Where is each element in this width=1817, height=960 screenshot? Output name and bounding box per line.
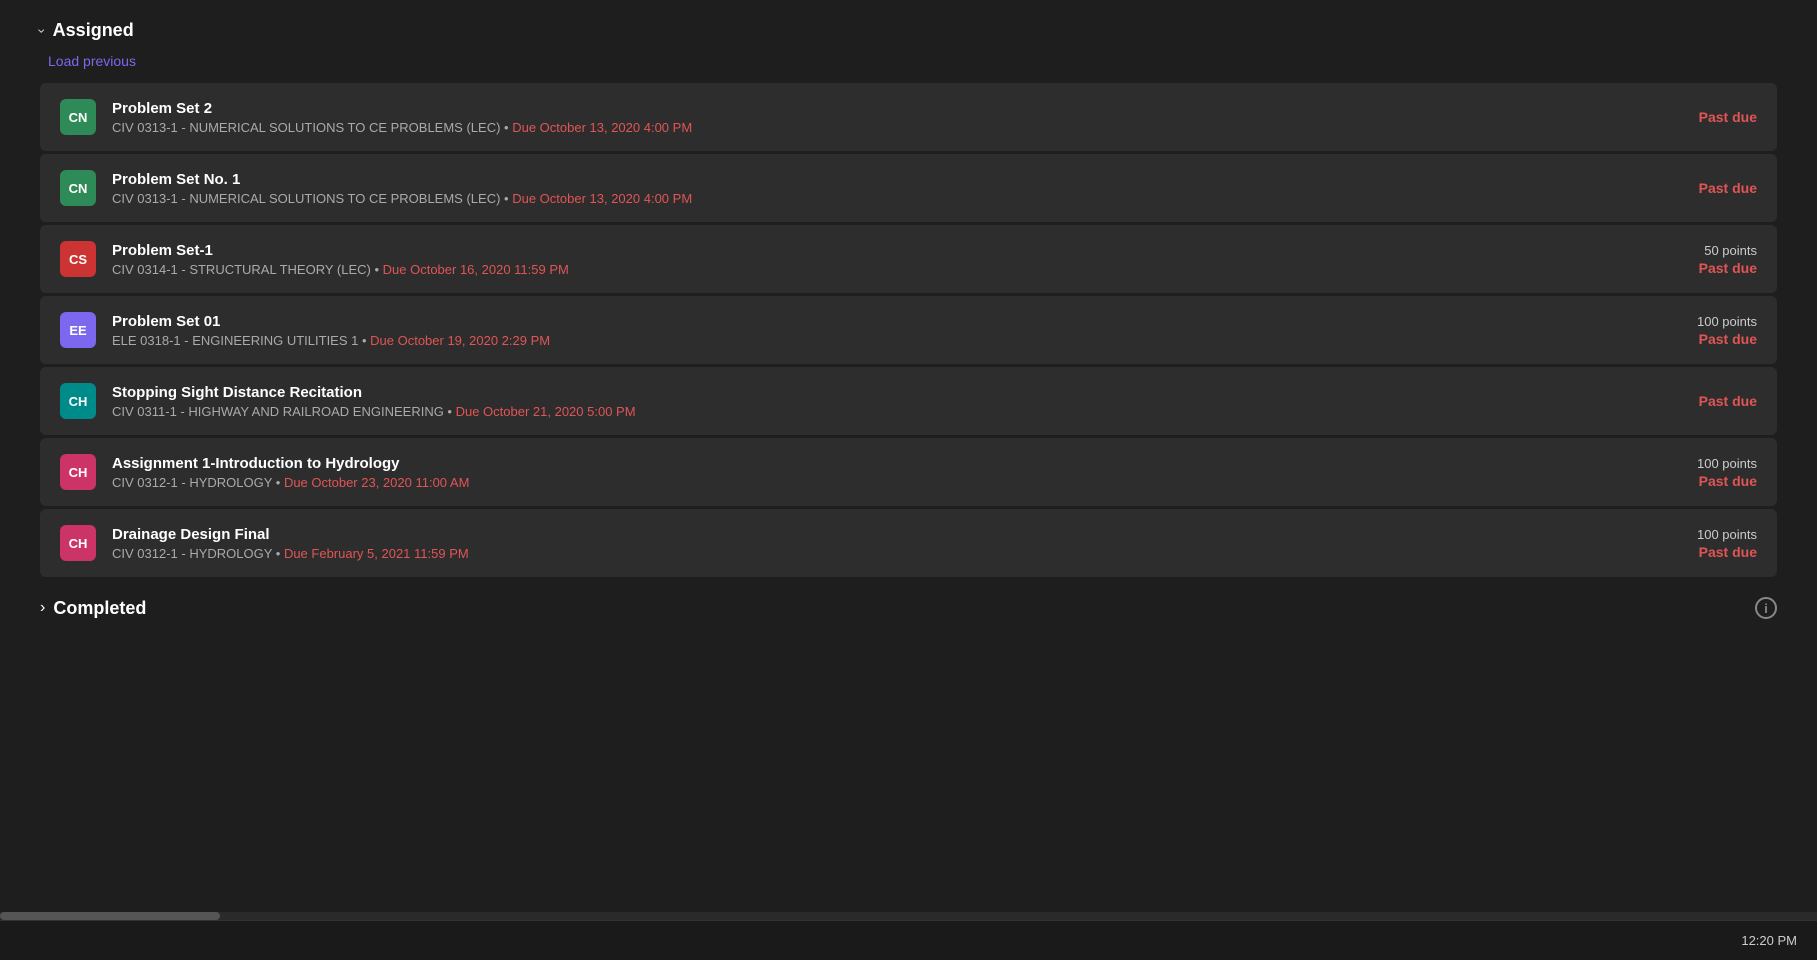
assignment-right-2: 50 points Past due (1637, 243, 1757, 276)
points-2: 50 points (1704, 243, 1757, 258)
status-2: Past due (1699, 260, 1757, 276)
assignment-info-2: Problem Set-1 CIV 0314-1 - STRUCTURAL TH… (112, 242, 569, 277)
due-date-4: Due October 21, 2020 5:00 PM (456, 404, 636, 419)
due-date-2: Due October 16, 2020 11:59 PM (383, 262, 569, 277)
assignment-item[interactable]: CH Drainage Design Final CIV 0312-1 - HY… (40, 509, 1777, 577)
assignment-subtitle-5: CIV 0312-1 - HYDROLOGY • Due October 23,… (112, 475, 469, 490)
assignment-title-0: Problem Set 2 (112, 100, 692, 117)
course-avatar-5: CH (60, 454, 96, 490)
assignment-list: CN Problem Set 2 CIV 0313-1 - NUMERICAL … (40, 83, 1777, 577)
due-date-6: Due February 5, 2021 11:59 PM (284, 546, 469, 561)
status-3: Past due (1699, 331, 1757, 347)
assignment-info-0: Problem Set 2 CIV 0313-1 - NUMERICAL SOL… (112, 100, 692, 135)
assignment-left-2: CS Problem Set-1 CIV 0314-1 - STRUCTURAL… (60, 241, 1637, 277)
assigned-section-title: Assigned (53, 20, 134, 41)
info-icon[interactable]: i (1755, 597, 1777, 619)
assignment-title-3: Problem Set 01 (112, 313, 550, 330)
page-container: › Assigned Load previous CN Problem Set … (0, 0, 1817, 639)
assignment-subtitle-4: CIV 0311-1 - HIGHWAY AND RAILROAD ENGINE… (112, 404, 636, 419)
assignment-left-3: EE Problem Set 01 ELE 0318-1 - ENGINEERI… (60, 312, 1637, 348)
completed-chevron-icon: › (40, 599, 45, 617)
completed-section-title: Completed (53, 598, 146, 619)
assignment-info-6: Drainage Design Final CIV 0312-1 - HYDRO… (112, 526, 469, 561)
assignment-left-1: CN Problem Set No. 1 CIV 0313-1 - NUMERI… (60, 170, 1637, 206)
assignment-right-6: 100 points Past due (1637, 527, 1757, 560)
assigned-chevron-icon: › (34, 28, 50, 33)
assignment-info-3: Problem Set 01 ELE 0318-1 - ENGINEERING … (112, 313, 550, 348)
assignment-right-4: Past due (1637, 393, 1757, 409)
assignment-title-6: Drainage Design Final (112, 526, 469, 543)
due-date-5: Due October 23, 2020 11:00 AM (284, 475, 470, 490)
scrollbar-thumb[interactable] (0, 912, 220, 920)
due-date-0: Due October 13, 2020 4:00 PM (512, 120, 692, 135)
course-avatar-3: EE (60, 312, 96, 348)
status-5: Past due (1699, 473, 1757, 489)
assignment-right-5: 100 points Past due (1637, 456, 1757, 489)
assignment-item[interactable]: CS Problem Set-1 CIV 0314-1 - STRUCTURAL… (40, 225, 1777, 293)
load-previous-link[interactable]: Load previous (48, 53, 136, 69)
assignment-item[interactable]: CN Problem Set No. 1 CIV 0313-1 - NUMERI… (40, 154, 1777, 222)
status-1: Past due (1699, 180, 1757, 196)
completed-toggle[interactable]: › Completed (40, 598, 146, 619)
status-0: Past due (1699, 109, 1757, 125)
assignment-right-0: Past due (1637, 109, 1757, 125)
course-avatar-0: CN (60, 99, 96, 135)
assignment-left-0: CN Problem Set 2 CIV 0313-1 - NUMERICAL … (60, 99, 1637, 135)
scrollbar-area[interactable] (0, 912, 1817, 920)
assignment-subtitle-2: CIV 0314-1 - STRUCTURAL THEORY (LEC) • D… (112, 262, 569, 277)
assigned-section-header[interactable]: › Assigned (40, 20, 1777, 41)
assignment-subtitle-0: CIV 0313-1 - NUMERICAL SOLUTIONS TO CE P… (112, 120, 692, 135)
points-6: 100 points (1697, 527, 1757, 542)
assignment-right-1: Past due (1637, 180, 1757, 196)
assignment-info-1: Problem Set No. 1 CIV 0313-1 - NUMERICAL… (112, 171, 692, 206)
course-avatar-1: CN (60, 170, 96, 206)
assignment-title-5: Assignment 1-Introduction to Hydrology (112, 455, 469, 472)
assignment-right-3: 100 points Past due (1637, 314, 1757, 347)
assignment-item[interactable]: CH Stopping Sight Distance Recitation CI… (40, 367, 1777, 435)
points-3: 100 points (1697, 314, 1757, 329)
taskbar: 12:20 PM (0, 920, 1817, 960)
completed-section: › Completed i (40, 597, 1777, 619)
assignment-item[interactable]: CN Problem Set 2 CIV 0313-1 - NUMERICAL … (40, 83, 1777, 151)
course-avatar-2: CS (60, 241, 96, 277)
assignment-title-1: Problem Set No. 1 (112, 171, 692, 188)
due-date-3: Due October 19, 2020 2:29 PM (370, 333, 550, 348)
taskbar-time: 12:20 PM (1741, 933, 1797, 948)
assignment-left-5: CH Assignment 1-Introduction to Hydrolog… (60, 454, 1637, 490)
status-6: Past due (1699, 544, 1757, 560)
assignment-info-5: Assignment 1-Introduction to Hydrology C… (112, 455, 469, 490)
assignment-title-4: Stopping Sight Distance Recitation (112, 384, 636, 401)
assignment-left-6: CH Drainage Design Final CIV 0312-1 - HY… (60, 525, 1637, 561)
assignment-info-4: Stopping Sight Distance Recitation CIV 0… (112, 384, 636, 419)
course-avatar-6: CH (60, 525, 96, 561)
completed-section-header: › Completed i (40, 597, 1777, 619)
assignment-item[interactable]: CH Assignment 1-Introduction to Hydrolog… (40, 438, 1777, 506)
assignment-subtitle-6: CIV 0312-1 - HYDROLOGY • Due February 5,… (112, 546, 469, 561)
assignment-title-2: Problem Set-1 (112, 242, 569, 259)
due-date-1: Due October 13, 2020 4:00 PM (512, 191, 692, 206)
assignment-subtitle-1: CIV 0313-1 - NUMERICAL SOLUTIONS TO CE P… (112, 191, 692, 206)
assignment-left-4: CH Stopping Sight Distance Recitation CI… (60, 383, 1637, 419)
assignment-subtitle-3: ELE 0318-1 - ENGINEERING UTILITIES 1 • D… (112, 333, 550, 348)
points-5: 100 points (1697, 456, 1757, 471)
assignment-item[interactable]: EE Problem Set 01 ELE 0318-1 - ENGINEERI… (40, 296, 1777, 364)
status-4: Past due (1699, 393, 1757, 409)
course-avatar-4: CH (60, 383, 96, 419)
